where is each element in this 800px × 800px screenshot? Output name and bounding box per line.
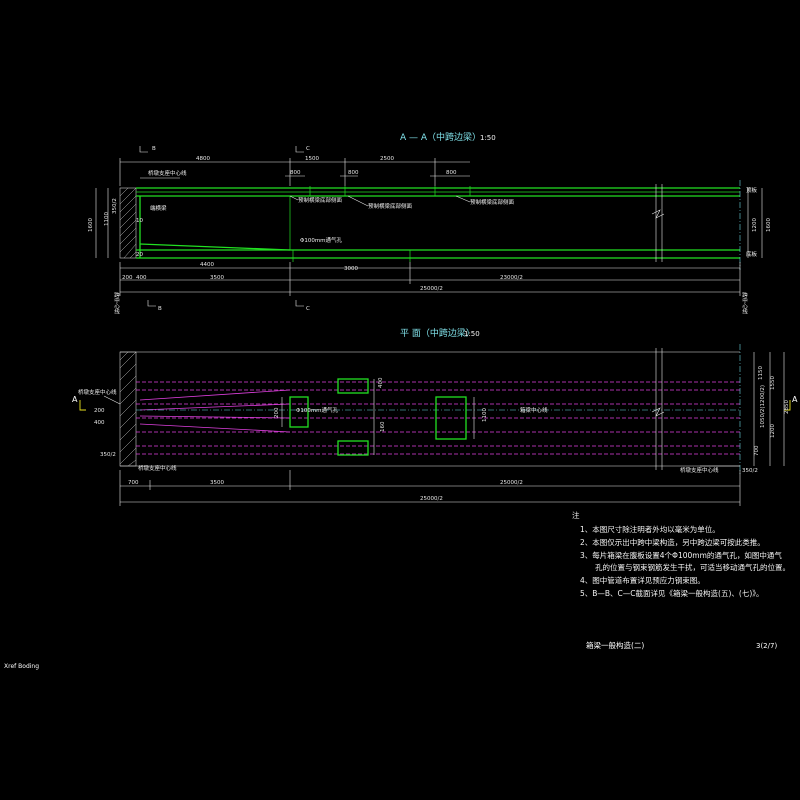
plan-dim-bl: 350/2 [100,452,116,458]
elev-bottom-dim-25000: 25000/2 [420,286,443,292]
plan-right-dim-5: 700 [754,445,760,456]
elev-bottom-dim-3500: 3500 [210,275,224,281]
plan-right-dim-3: 2850 [784,400,790,414]
elev-top-dim-2: 1500 [305,156,319,162]
plan-left-dim-a: 200 [94,408,105,414]
plan-bearing-right-label: 桥墩支座中心线 [680,466,719,474]
plan-bearing-left-bottom: 桥墩支座中心线 [138,464,177,472]
sheet-number: 3(2/7) [756,642,777,650]
cad-drawing: A — A（中跨边梁） 1:50 4800 1500 2500 800 800 … [4,131,798,670]
section-a-right: A [792,395,798,404]
elev-left-dim-3: 1600 [88,218,94,232]
elev-top-dim-6: 800 [446,170,457,176]
elev-top-dim-1: 4800 [196,156,210,162]
plan-right-dim-4: 1200 [770,424,776,438]
plan-view: 平 面（中跨边梁） 1:50 200 400 160 1100 Φ100mm通气… [72,327,798,506]
right-vertical-label: 跨中心线 [741,291,748,315]
elev-vent-label: Φ100mm通气孔 [300,236,343,244]
elev-bottom-dim-23000: 23000/2 [500,275,523,281]
elev-right-label-top: 顶板 [746,186,758,194]
elev-bearing-label: 桥墩支座中心线 [148,169,187,177]
elev-left-dim-1: 350/2 [112,198,118,214]
elev-left-dim-2: 1100 [104,212,110,226]
elev-top-dim-3: 2500 [380,156,394,162]
note-3b: 孔的位置与钢束钢筋发生干扰，可适当移动通气孔的位置。 [580,562,790,572]
plan-right-dim-2: 1550 [770,376,776,390]
note-4: 4、图中管道布置详见预应力钢束图。 [580,575,705,585]
note-3a: 3、每片箱梁在腹板设置4个Φ100mm的通气孔，如图中通气 [580,550,782,560]
section-c-top: C [306,146,310,152]
note-2: 2、本图仅示出中跨中梁构造，另中跨边梁可按此类推。 [580,537,765,547]
elev-right-dim-1: 1200 [752,218,758,232]
elevation-view: A — A（中跨边梁） 1:50 4800 1500 2500 800 800 … [88,131,772,312]
elev-right-label-bottom: 底板 [746,250,758,258]
title-block: 箱梁一般构造(二) 3(2/7) [586,640,777,650]
plan-right-dim-6: 1050/2(1200/2) [760,385,766,428]
elev-left-small-1: 10 [136,218,143,224]
elev-diaphragm-label-2: 预制横梁底部侧面 [368,202,413,210]
elev-bottom-dim-400: 400 [136,275,147,281]
footer-text: Xref Boding [4,663,39,670]
elev-diaphragm-label-1: 预制横梁底部侧面 [298,196,343,204]
note-5: 5、B—B、C—C截面详见《箱梁一般构造(五)、(七)》。 [580,588,764,598]
plan-inner-dim-1100: 1100 [482,408,488,422]
elev-end-beam-label: 端横梁 [150,204,167,212]
section-b-top: B [152,146,156,152]
plan-right-dim-7: 350/2 [742,468,758,474]
plan-vent-label: Φ100mm通气孔 [296,406,339,414]
notes: 注 1、本图尺寸除注明者外均以毫米为单位。 2、本图仅示出中跨中梁构造，另中跨边… [572,510,790,598]
plan-inner-dim-200: 200 [274,407,280,418]
plan-beam-center-label: 箱梁中心线 [520,406,548,414]
plan-bottom-dim-25000-a: 25000/2 [500,480,523,486]
elev-bottom-dim-4400: 4400 [200,262,214,268]
plan-bearing-label: 桥墩支座中心线 [78,388,117,396]
elev-top-dim-5: 800 [348,170,359,176]
section-a-left: A [72,395,78,404]
elev-bottom-dim-3000: 3000 [344,266,358,272]
left-vertical-label: 跨中心线 [113,291,120,315]
section-c-bottom: C [306,306,310,312]
elev-bottom-dim-200: 200 [122,275,133,281]
plan-bottom-dim-3500: 3500 [210,480,224,486]
plan-inner-dim-160: 160 [380,421,386,432]
plan-right-dim-1: 1150 [758,366,764,380]
drawing-name: 箱梁一般构造(二) [586,640,644,650]
plan-inner-dim-400: 400 [378,377,384,388]
notes-heading: 注 [572,510,580,520]
plan-bottom-dim-700: 700 [128,480,139,486]
side-labels: 跨中心线 跨中心线 [113,291,748,315]
elevation-title: A — A（中跨边梁） [400,131,481,143]
section-b-bottom: B [158,306,162,312]
elev-right-dim-2: 1600 [766,218,772,232]
note-1: 1、本图尺寸除注明者外均以毫米为单位。 [580,524,720,534]
plan-left-dim-b: 400 [94,420,105,426]
elev-left-small-2: 20 [136,252,143,258]
plan-scale: 1:50 [464,330,480,338]
elevation-scale: 1:50 [480,134,496,142]
plan-bottom-dim-25000-b: 25000/2 [420,496,443,502]
elev-top-dim-4: 800 [290,170,301,176]
elev-diaphragm-label-3: 预制横梁底部侧面 [470,198,515,206]
